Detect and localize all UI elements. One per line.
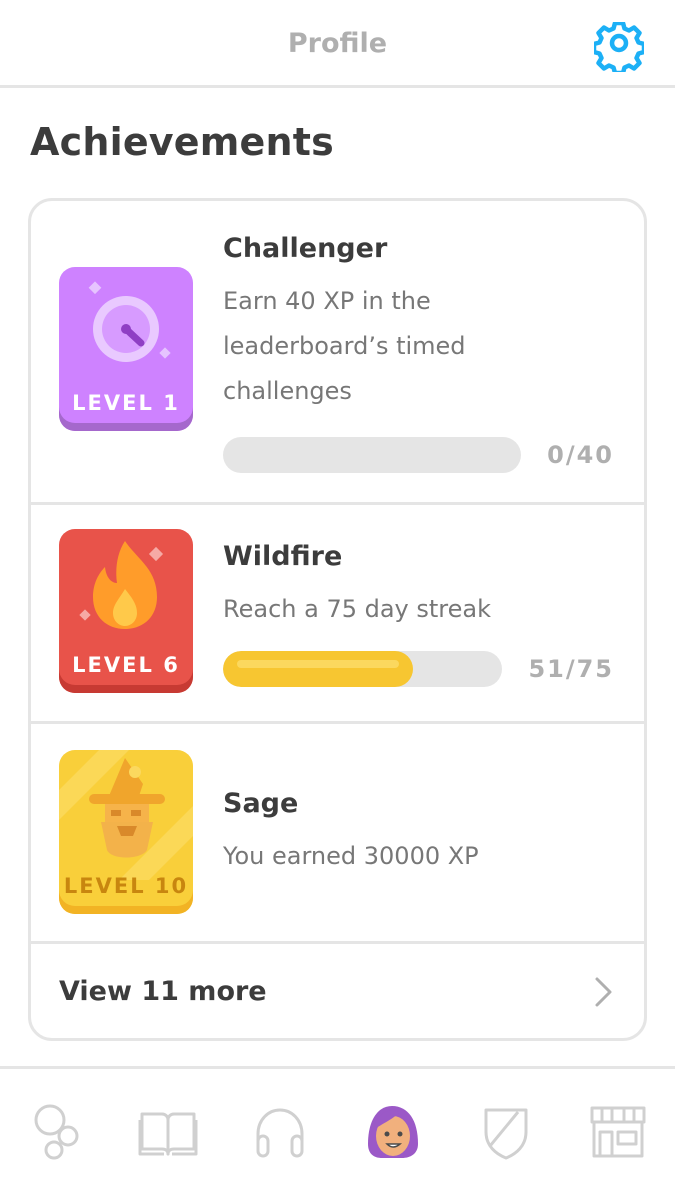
bubbles-icon[interactable] [28, 1100, 92, 1164]
achievements-card: LEVEL 1 Challenger Earn 40 XP in the lea… [28, 198, 647, 1041]
achievement-description: You earned 30000 XP [223, 842, 479, 870]
page-title: Profile [287, 28, 388, 59]
badge-level: LEVEL 10 [63, 874, 189, 898]
achievement-description: Reach a 75 day streak [223, 595, 492, 623]
achievement-title: Challenger [223, 233, 388, 264]
progress-text: 51/75 [528, 655, 614, 683]
progress-bar [223, 651, 502, 687]
progress-fill [223, 651, 413, 687]
headphones-icon[interactable] [248, 1100, 312, 1164]
gear-icon[interactable] [591, 20, 647, 76]
sage-icon: LEVEL 10 [59, 750, 193, 914]
book-icon[interactable] [136, 1100, 200, 1164]
section-title-achievements: Achievements [30, 120, 334, 164]
avatar-icon[interactable] [360, 1100, 424, 1164]
stopwatch-icon: LEVEL 1 [59, 267, 193, 431]
progress-text: 0/40 [547, 441, 614, 469]
achievement-title: Wildfire [223, 541, 343, 572]
bottom-nav-divider [0, 1066, 675, 1069]
progress-bar [223, 437, 521, 473]
badge-level: LEVEL 1 [72, 391, 180, 415]
top-bar: Profile [0, 0, 675, 88]
shield-icon[interactable] [474, 1100, 538, 1164]
badge-level: LEVEL 6 [72, 653, 180, 677]
achievement-description: Earn 40 XP in the leaderboard’s timed ch… [223, 287, 466, 405]
achievement-sage[interactable]: LEVEL 10 Sage You earned 30000 XP [31, 724, 644, 944]
view-more-label: View 11 more [59, 976, 267, 1007]
view-more-button[interactable]: View 11 more [31, 944, 644, 1038]
flame-icon: LEVEL 6 [59, 529, 193, 693]
chevron-right-icon [595, 977, 612, 1007]
shop-icon[interactable] [586, 1100, 650, 1164]
achievement-challenger[interactable]: LEVEL 1 Challenger Earn 40 XP in the lea… [31, 201, 644, 505]
progress-shine [237, 660, 399, 668]
achievement-title: Sage [223, 788, 299, 819]
achievement-wildfire[interactable]: LEVEL 6 Wildfire Reach a 75 day streak 5… [31, 505, 644, 724]
